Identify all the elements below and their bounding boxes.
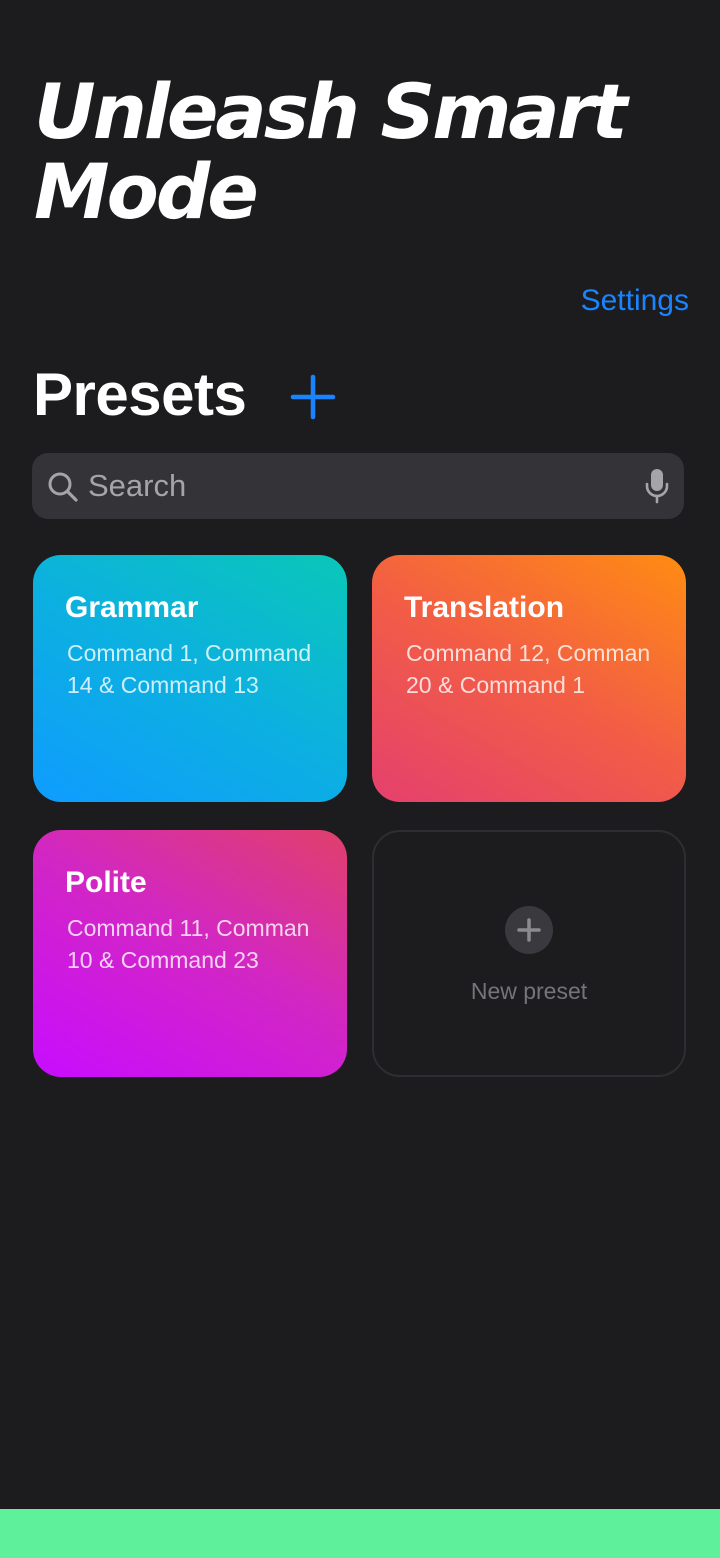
preset-card-title: Polite: [65, 866, 147, 899]
preset-card-grammar[interactable]: Grammar Command 1, Command 14 & Command …: [33, 555, 347, 802]
search-bar[interactable]: [32, 453, 684, 519]
new-preset-card[interactable]: New preset: [372, 830, 686, 1077]
settings-link[interactable]: Settings: [581, 281, 689, 321]
plus-circle-icon: [505, 906, 553, 954]
preset-card-polite[interactable]: Polite Command 11, Comman 10 & Command 2…: [33, 830, 347, 1077]
bottom-strip: [0, 1509, 720, 1558]
add-preset-button[interactable]: [290, 374, 336, 420]
preset-card-title: Grammar: [65, 591, 199, 624]
preset-card-title: Translation: [404, 591, 565, 624]
search-input[interactable]: [88, 453, 608, 519]
microphone-icon[interactable]: [644, 468, 670, 504]
presets-title: Presets: [33, 361, 247, 428]
new-preset-label: New preset: [470, 978, 588, 1004]
preset-card-translation[interactable]: Translation Command 12, Comman 20 & Comm…: [372, 555, 686, 802]
preset-card-description: Command 12, Comman 20 & Command 1: [406, 640, 651, 698]
preset-card-description: Command 1, Command 14 & Command 13: [67, 640, 312, 698]
page-headline: Unleash Smart Mode: [34, 67, 628, 236]
search-icon: [48, 472, 78, 502]
plus-icon: [290, 374, 336, 420]
preset-card-description: Command 11, Comman 10 & Command 23: [67, 915, 310, 973]
